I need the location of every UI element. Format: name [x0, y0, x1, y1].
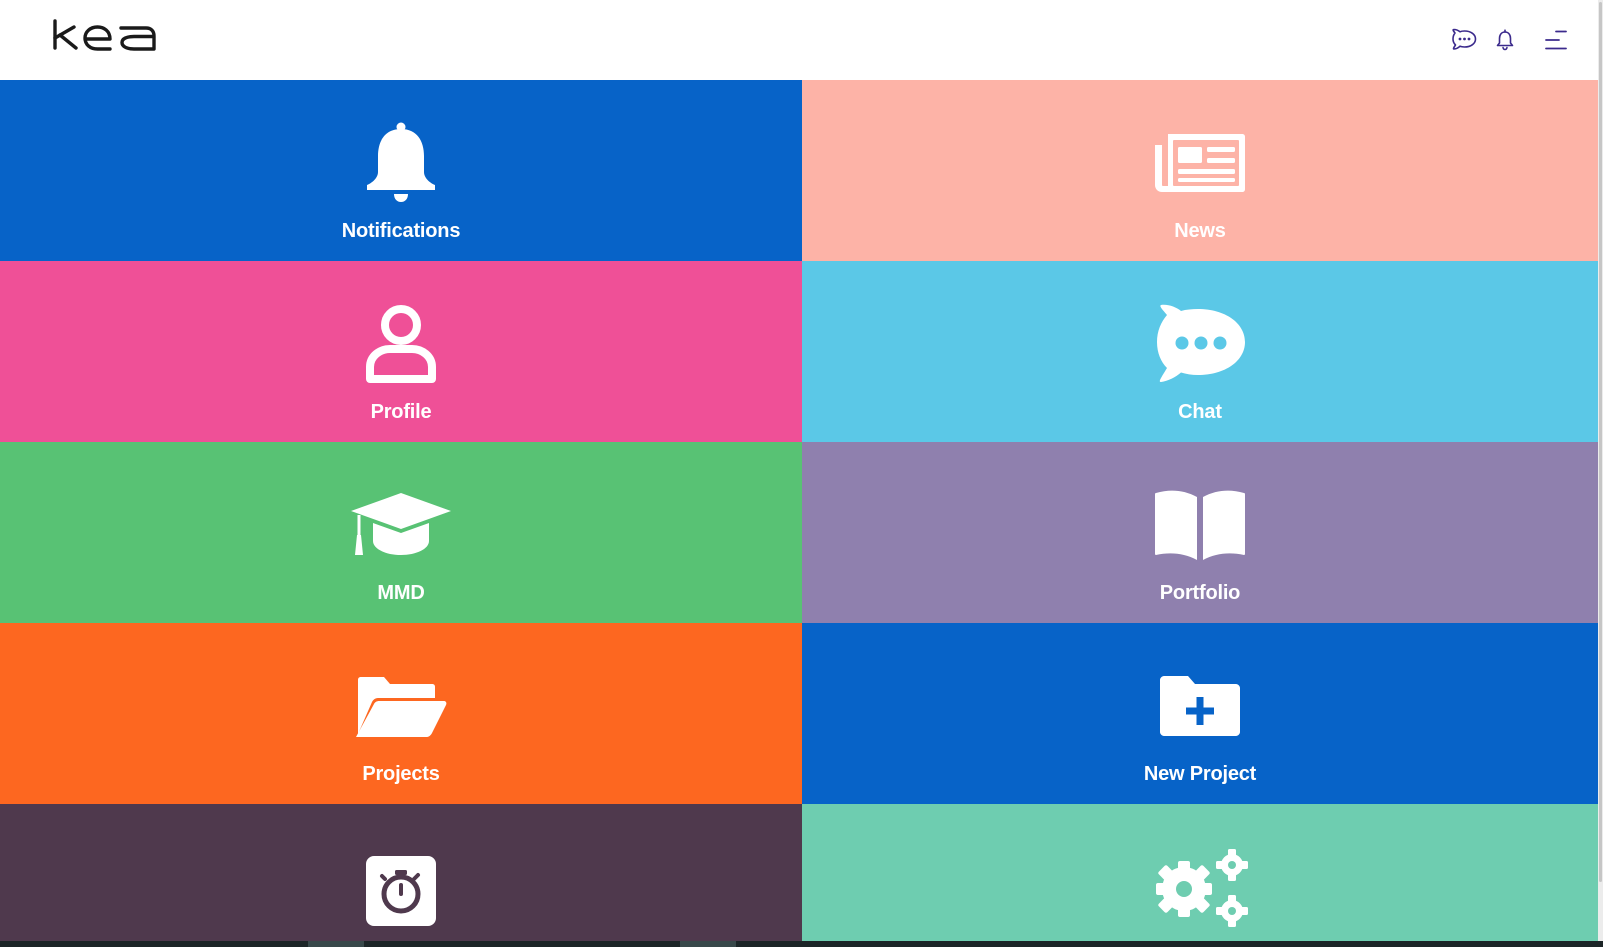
tile-label: MMD [377, 582, 425, 604]
chat-icon[interactable] [1451, 27, 1477, 53]
kea-logo-icon [53, 19, 156, 51]
chat-bubble-icon [1145, 299, 1255, 389]
tile-stopwatch[interactable] [0, 804, 802, 941]
graduation-cap-icon [346, 480, 456, 570]
top-header [0, 0, 1603, 80]
taskbar-item[interactable] [680, 941, 736, 947]
tile-label: Projects [362, 763, 440, 785]
folder-plus-icon [1145, 661, 1255, 751]
user-icon [346, 299, 456, 389]
tile-label: Notifications [341, 220, 461, 242]
tile-label: Chat [1178, 401, 1222, 423]
tile-chat[interactable]: Chat [802, 261, 1598, 442]
tile-label: Profile [370, 401, 432, 423]
tile-settings[interactable] [802, 804, 1598, 941]
tile-projects[interactable]: Projects [0, 623, 802, 804]
newspaper-icon [1145, 118, 1255, 208]
tile-notifications[interactable]: Notifications [0, 80, 802, 261]
taskbar-item[interactable] [308, 941, 364, 947]
open-book-icon [1145, 480, 1255, 570]
tile-label: News [1174, 220, 1226, 242]
tile-mmd[interactable]: MMD [0, 442, 802, 623]
tile-portfolio[interactable]: Portfolio [802, 442, 1598, 623]
tile-news[interactable]: News [802, 80, 1598, 261]
tile-label: New Project [1143, 763, 1257, 785]
stopwatch-icon [346, 846, 456, 936]
bell-icon[interactable] [1492, 27, 1518, 53]
gears-icon [1145, 844, 1255, 934]
folder-open-icon [346, 661, 456, 751]
tile-new-project[interactable]: New Project [802, 623, 1598, 804]
tile-label: Portfolio [1159, 582, 1241, 604]
bell-icon [346, 118, 456, 208]
kea-logo[interactable] [52, 18, 162, 52]
taskbar [0, 941, 1603, 947]
tile-profile[interactable]: Profile [0, 261, 802, 442]
menu-icon[interactable] [1543, 27, 1569, 53]
scrollbar-thumb[interactable] [1599, 2, 1602, 882]
